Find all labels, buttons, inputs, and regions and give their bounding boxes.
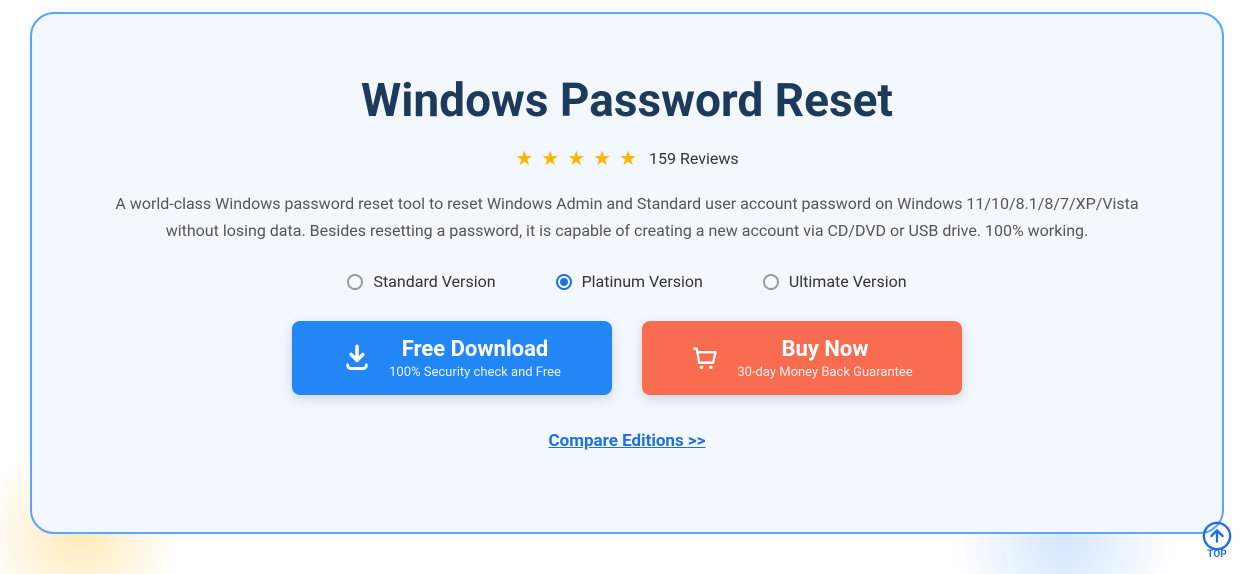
scroll-to-top-button[interactable]: TOP [1194, 516, 1240, 564]
star-icon: ★ [619, 146, 637, 170]
star-icon: ★ [593, 146, 611, 170]
radio-standard-version[interactable]: Standard Version [347, 272, 495, 291]
download-icon [343, 344, 371, 372]
cart-icon [691, 344, 719, 372]
cta-row: Free Download 100% Security check and Fr… [292, 321, 962, 395]
product-title: Windows Password Reset [361, 74, 893, 128]
product-card: Windows Password Reset ★ ★ ★ ★ ★ 159 Rev… [30, 12, 1224, 534]
star-icon: ★ [541, 146, 559, 170]
radio-ultimate-version[interactable]: Ultimate Version [763, 272, 907, 291]
top-label: TOP [1207, 549, 1226, 560]
arrow-up-icon [1202, 521, 1232, 551]
radio-label: Platinum Version [582, 272, 703, 291]
buy-title: Buy Now [781, 337, 868, 363]
product-description: A world-class Windows password reset too… [102, 190, 1152, 244]
reviews-count[interactable]: 159 Reviews [649, 149, 739, 168]
radio-platinum-version[interactable]: Platinum Version [556, 272, 703, 291]
radio-icon [763, 274, 779, 290]
download-subtitle: 100% Security check and Free [389, 365, 561, 380]
buy-now-button[interactable]: Buy Now 30-day Money Back Guarantee [642, 321, 962, 395]
compare-editions-link[interactable]: Compare Editions >> [549, 431, 706, 451]
buy-subtitle: 30-day Money Back Guarantee [737, 365, 912, 380]
radio-label: Ultimate Version [789, 272, 907, 291]
star-icon: ★ [567, 146, 585, 170]
version-selector: Standard Version Platinum Version Ultima… [347, 272, 906, 291]
radio-icon [556, 274, 572, 290]
radio-dot-icon [560, 278, 568, 286]
star-icon: ★ [515, 146, 533, 170]
download-title: Free Download [402, 337, 548, 363]
free-download-button[interactable]: Free Download 100% Security check and Fr… [292, 321, 612, 395]
radio-icon [347, 274, 363, 290]
radio-label: Standard Version [373, 272, 495, 291]
rating-row: ★ ★ ★ ★ ★ 159 Reviews [515, 146, 738, 170]
